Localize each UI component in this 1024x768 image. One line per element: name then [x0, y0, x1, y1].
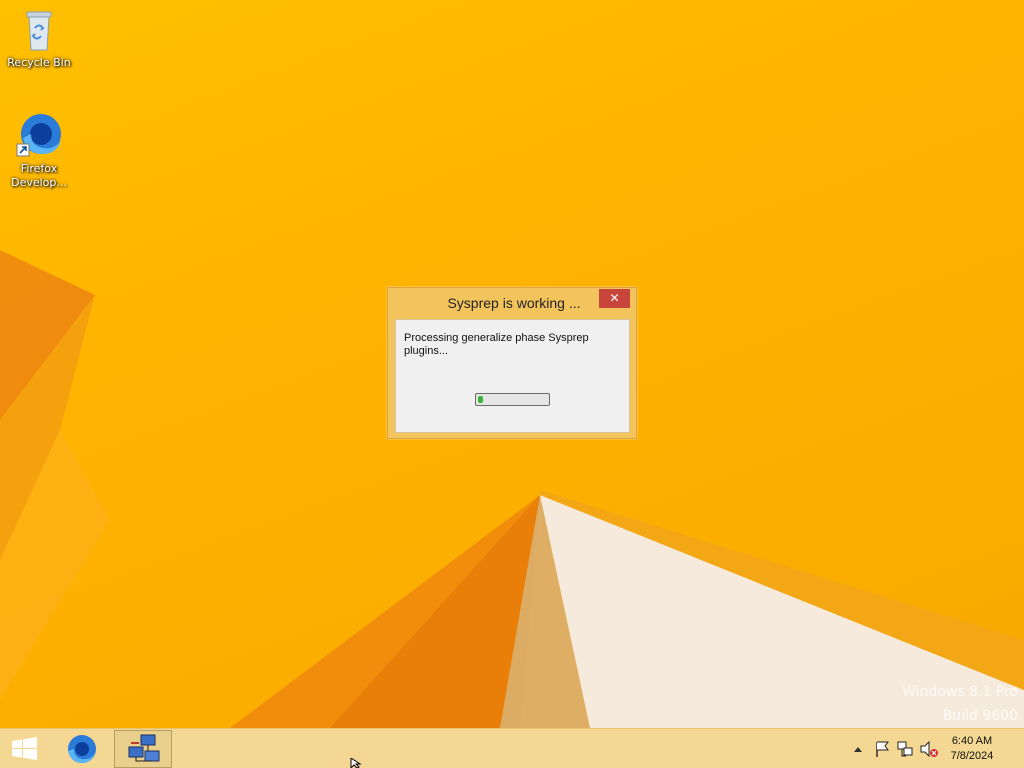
progress-bar [475, 393, 550, 406]
recycle-bin-icon [15, 6, 63, 54]
mouse-cursor-icon [350, 758, 362, 768]
system-clock[interactable]: 6:40 AM 7/8/2024 [942, 734, 1002, 764]
volume-button[interactable] [919, 729, 939, 768]
taskbar-sysprep-button[interactable] [114, 730, 172, 768]
windows-edition-watermark: Windows 8.1 Pro [902, 684, 1018, 700]
sysprep-dialog: Sysprep is working ... ✕ Processing gene… [387, 287, 637, 439]
close-button[interactable]: ✕ [599, 289, 630, 308]
action-center-flag-icon [876, 741, 889, 757]
network-icon [897, 741, 913, 757]
desktop-icon-label: Firefox Develop... [11, 162, 67, 189]
clock-date: 7/8/2024 [950, 750, 994, 762]
status-message: Processing generalize phase Sysprep plug… [404, 332, 589, 357]
dialog-titlebar[interactable]: Sysprep is working ... ✕ [388, 288, 636, 318]
taskbar-firefox-button[interactable] [57, 730, 105, 768]
sysprep-app-icon [128, 734, 160, 762]
show-hidden-icons-chevron [854, 747, 862, 752]
desktop-icon-label: Recycle Bin [7, 56, 71, 69]
action-center-button[interactable] [873, 729, 891, 768]
progress-fill [478, 396, 483, 403]
network-button[interactable] [895, 729, 915, 768]
show-hidden-icons-button[interactable] [852, 729, 864, 768]
clock-time: 6:40 AM [951, 735, 993, 747]
taskbar: 6:40 AM 7/8/2024 [0, 728, 1024, 768]
windows-build-watermark: Build 9600 [942, 708, 1018, 724]
windows-start-icon [12, 737, 37, 760]
start-button[interactable] [0, 730, 48, 768]
volume-muted-icon [920, 740, 938, 758]
firefox-icon [68, 735, 96, 763]
dialog-body: Processing generalize phase Sysprep plug… [395, 319, 630, 433]
desktop-icon-firefox-developer[interactable]: Firefox Develop... [1, 112, 77, 190]
desktop-icon-recycle-bin[interactable]: Recycle Bin [1, 6, 77, 70]
firefox-developer-icon [15, 112, 63, 160]
